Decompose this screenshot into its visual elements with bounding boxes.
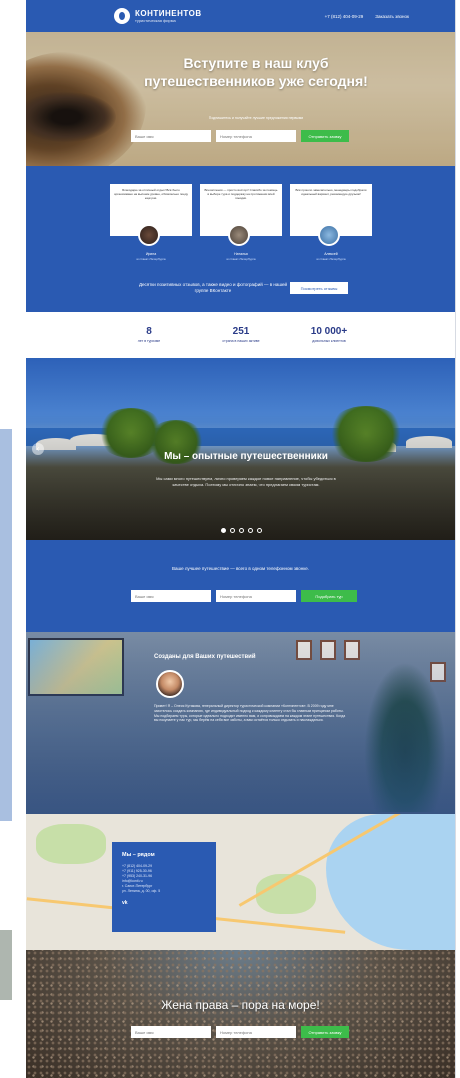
vk-icon[interactable]: vk [122, 900, 206, 906]
final-form: Отправить заявку [131, 1026, 349, 1038]
map-park [36, 824, 106, 864]
testimonial-role: из Санкт-Петербурга [226, 257, 256, 261]
testimonial-name: Ирина [145, 252, 157, 256]
testimonial-role: из Санкт-Петербурга [316, 257, 346, 261]
stat-label: довольных клиентов [312, 339, 346, 343]
brand-name: КОНТИНЕНТОВ [135, 9, 202, 18]
view-reviews-button[interactable]: Посмотреть отзывы [290, 282, 348, 294]
final-cta-section: Жена права – пора на море! Отправить зая… [26, 950, 455, 1078]
testimonials-footer-text: Десятки позитивных отзывов, а также виде… [139, 282, 287, 293]
stat-countries: 251 страна в наших активе [206, 326, 276, 343]
slider-dots [221, 528, 262, 533]
final-submit-button[interactable]: Отправить заявку [301, 1026, 349, 1038]
testimonial-text: Благодарю за отличный отдых! Всё было ор… [114, 188, 188, 200]
testimonial-name: Алексей [324, 252, 338, 256]
right-margin [455, 0, 460, 1078]
hero-title: Вступите в наш клуб путешественников уже… [144, 55, 368, 89]
testimonial-text: Всё прошло замечательно, менеджеры подоб… [295, 188, 367, 196]
office-title: Созданы для Ваших путешествий [154, 654, 256, 660]
pebbles-image [26, 950, 455, 1078]
hero-form: Отправить заявку [131, 130, 349, 142]
cta-phone-input[interactable] [216, 590, 296, 602]
testimonial-role: из Санкт-Петербурга [136, 257, 166, 261]
callback-link[interactable]: Заказать звонок [375, 14, 409, 19]
testimonials-section: Благодарю за отличный отдых! Всё было ор… [26, 166, 455, 312]
stats-section: 8 лет в туризме 251 страна в наших актив… [26, 312, 455, 358]
pick-tour-button[interactable]: Подобрать тур [301, 590, 357, 602]
stat-value: 8 [146, 326, 152, 337]
slider-dot[interactable] [257, 528, 262, 533]
slider-dot[interactable] [248, 528, 253, 533]
hero-submit-button[interactable]: Отправить заявку [301, 130, 349, 142]
final-title: Жена права – пора на море! [161, 998, 320, 1012]
slider-prev-button[interactable]: ‹ [32, 443, 44, 455]
hero-name-input[interactable] [131, 130, 211, 142]
stat-clients: 10 000+ довольных клиентов [294, 326, 364, 343]
slider-title: Мы – опытные путешественники [164, 451, 328, 462]
slider-dot[interactable] [230, 528, 235, 533]
contacts-card: Мы – рядом +7 (812) 404-09-29 +7 (911) 9… [112, 842, 216, 932]
hero-phone-input[interactable] [216, 130, 296, 142]
stat-value: 251 [232, 326, 250, 337]
final-phone-input[interactable] [216, 1026, 296, 1038]
contacts-map-section[interactable]: Мы – рядом +7 (812) 404-09-29 +7 (911) 9… [26, 814, 455, 950]
testimonial-avatar [138, 224, 160, 246]
top-header: КОНТИНЕНТОВ туристическая фирма +7 (812)… [26, 0, 455, 32]
map-water [326, 814, 455, 950]
logo-icon [114, 8, 130, 24]
final-name-input[interactable] [131, 1026, 211, 1038]
left-decor-strip [0, 429, 12, 821]
testimonial-avatar [228, 224, 250, 246]
stat-label: лет в туризме [137, 339, 161, 343]
office-body-text: Привет! Я – Олеся Кутякова, генеральный … [154, 704, 346, 723]
phone-cta-form: Подобрать тур [131, 590, 357, 602]
slider-text: Мы сами много путешествуем, лично провер… [156, 476, 336, 487]
office-section: Созданы для Ваших путешествий Привет! Я … [26, 632, 455, 814]
landing-page: КОНТИНЕНТОВ туристическая фирма +7 (812)… [26, 0, 455, 1078]
slider-dot[interactable] [239, 528, 244, 533]
hero-subtitle: Подпишитесь и получайте лучшие предложен… [208, 116, 304, 120]
stat-label: страна в наших активе [222, 339, 260, 343]
stat-value: 10 000+ [310, 326, 348, 337]
left-decor-shadow [0, 930, 12, 1000]
director-avatar [156, 670, 184, 698]
contact-address: ул. Ленина, д. 00, оф. 5 [122, 889, 161, 893]
brand-subtitle: туристическая фирма [135, 18, 176, 23]
brand-logo[interactable]: КОНТИНЕНТОВ туристическая фирма [114, 8, 202, 24]
cta-name-input[interactable] [131, 590, 211, 602]
about-slider: ‹ Мы – опытные путешественники Мы сами м… [26, 358, 455, 540]
hero-section: Вступите в наш клуб путешественников уже… [26, 32, 455, 166]
testimonial-text: Впечатления — просто восторг! Спасибо за… [204, 188, 278, 200]
contacts-title: Мы – рядом [122, 852, 155, 858]
testimonial-avatar [318, 224, 340, 246]
slider-dot[interactable] [221, 528, 226, 533]
phone-cta-text: Ваше лучшее путешествие — всего в одном … [171, 566, 310, 571]
testimonial-name: Наталья [234, 252, 248, 256]
stat-years: 8 лет в туризме [114, 326, 184, 343]
phone-cta-section: Ваше лучшее путешествие — всего в одном … [26, 540, 455, 632]
header-phone[interactable]: +7 (812) 404-09-29 [325, 14, 364, 19]
